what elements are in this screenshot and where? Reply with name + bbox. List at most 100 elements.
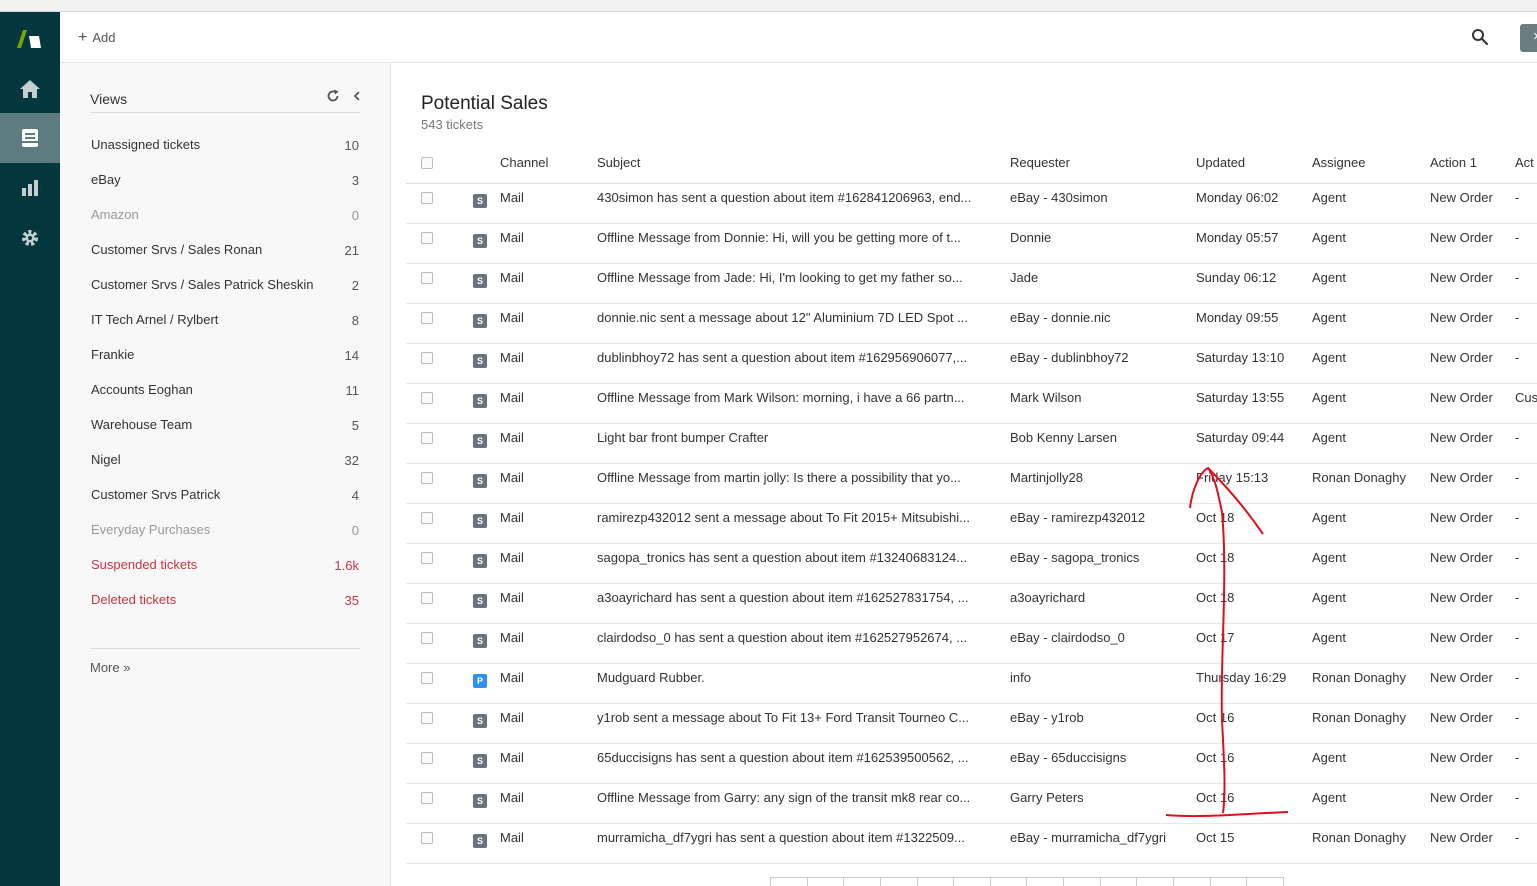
cell-subject[interactable]: sagopa_tronics has sent a question about… [597,550,1002,565]
view-item[interactable]: Customer Srvs / Sales Patrick Sheskin 2 [91,275,359,297]
cell-subject[interactable]: Offline Message from Jade: Hi, I'm looki… [597,270,1002,285]
ticket-row[interactable]: S Mail donnie.nic sent a message about 12"… [406,304,1537,344]
row-checkbox[interactable] [421,352,433,364]
view-item[interactable]: Unassigned tickets 10 [91,135,359,157]
view-item[interactable]: Amazon 0 [91,205,359,227]
row-checkbox[interactable] [421,392,433,404]
row-checkbox[interactable] [421,792,433,804]
page-button[interactable] [1064,878,1101,886]
cell-subject[interactable]: Offline Message from martin jolly: Is th… [597,470,1002,485]
select-all-checkbox[interactable] [421,157,433,169]
row-checkbox[interactable] [421,512,433,524]
cell-subject[interactable]: a3oayrichard has sent a question about i… [597,590,1002,605]
cell-subject[interactable]: Offline Message from Mark Wilson: mornin… [597,390,1002,405]
row-checkbox[interactable] [421,192,433,204]
cell-subject[interactable]: Offline Message from Donnie: Hi, will yo… [597,230,1002,245]
cell-subject[interactable]: y1rob sent a message about To Fit 13+ Fo… [597,710,1002,725]
view-item[interactable]: Customer Srvs Patrick 4 [91,485,359,507]
page-button[interactable] [1137,878,1175,886]
refresh-icon[interactable] [326,89,340,103]
row-checkbox[interactable] [421,232,433,244]
page-button[interactable] [991,878,1028,886]
ticket-row[interactable]: S Mail 65duccisigns has sent a question ab… [406,744,1537,784]
view-item[interactable]: Nigel 32 [91,450,359,472]
row-checkbox[interactable] [421,832,433,844]
page-button[interactable] [808,878,845,886]
page-button[interactable] [844,878,881,886]
nav-views[interactable] [0,113,60,163]
row-checkbox[interactable] [421,432,433,444]
cell-subject[interactable]: ramirezp432012 sent a message about To F… [597,510,1002,525]
column-header-subject[interactable]: Subject [597,155,1002,170]
row-checkbox[interactable] [421,472,433,484]
nav-reporting[interactable] [0,163,60,213]
search-icon[interactable] [1471,28,1489,46]
app-logo-icon[interactable] [17,28,43,50]
view-item[interactable]: Deleted tickets 35 [91,590,359,612]
view-item[interactable]: Warehouse Team 5 [91,415,359,437]
view-item[interactable]: IT Tech Arnel / Rylbert 8 [91,310,359,332]
cell-subject[interactable]: Offline Message from Garry: any sign of … [597,790,1002,805]
ticket-row[interactable]: S Mail a3oayrichard has sent a question ab… [406,584,1537,624]
cell-action-2: - [1515,270,1520,285]
view-item-count: 11 [345,383,360,398]
ticket-row[interactable]: S Mail sagopa_tronics has sent a question … [406,544,1537,584]
row-checkbox[interactable] [421,552,433,564]
cell-subject[interactable]: 430simon has sent a question about item … [597,190,1002,205]
view-item[interactable]: Everyday Purchases 0 [91,520,359,542]
ticket-row[interactable]: S Mail y1rob sent a message about To Fit 1… [406,704,1537,744]
row-checkbox[interactable] [421,672,433,684]
column-header-assignee[interactable]: Assignee [1312,155,1426,170]
page-button[interactable] [1247,878,1283,886]
collapse-panel-icon[interactable] [352,90,362,102]
cell-subject[interactable]: donnie.nic sent a message about 12" Alum… [597,310,1002,325]
ticket-row[interactable]: S Mail Offline Message from Garry: any sig… [406,784,1537,824]
ticket-row[interactable]: S Mail clairdodso_0 has sent a question ab… [406,624,1537,664]
ticket-row[interactable]: S Mail dublinbhoy72 has sent a question ab… [406,344,1537,384]
nav-home[interactable] [0,64,60,114]
row-checkbox[interactable] [421,312,433,324]
column-header-channel[interactable]: Channel [500,155,560,170]
close-tab-button[interactable]: ✕ [1520,24,1537,52]
view-item[interactable]: Customer Srvs / Sales Ronan 21 [91,240,359,262]
column-header-action-1[interactable]: Action 1 [1430,155,1510,170]
page-button[interactable] [1027,878,1065,886]
column-header-updated[interactable]: Updated [1196,155,1306,170]
cell-subject[interactable]: 65duccisigns has sent a question about i… [597,750,1002,765]
more-views-link[interactable]: More » [90,660,130,675]
view-item[interactable]: Frankie 14 [91,345,359,367]
ticket-row[interactable]: S Mail Light bar front bumper Crafter Bob K… [406,424,1537,464]
add-button[interactable]: + Add [78,29,115,45]
row-checkbox[interactable] [421,632,433,644]
page-button[interactable] [1101,878,1138,886]
page-button[interactable] [1211,878,1248,886]
view-item[interactable]: Accounts Eoghan 11 [91,380,359,402]
column-header-action-2[interactable]: Act [1515,155,1537,170]
column-header-requester[interactable]: Requester [1010,155,1190,170]
page-button[interactable] [771,878,808,886]
view-item[interactable]: Suspended tickets 1.6k [91,555,359,577]
cell-subject[interactable]: Mudguard Rubber. [597,670,1002,685]
ticket-row[interactable]: S Mail ramirezp432012 sent a message about… [406,504,1537,544]
ticket-row[interactable]: S Mail Offline Message from martin jolly: … [406,464,1537,504]
cell-subject[interactable]: Light bar front bumper Crafter [597,430,1002,445]
page-button[interactable] [918,878,955,886]
page-button[interactable] [1174,878,1211,886]
ticket-row[interactable]: S Mail 430simon has sent a question about … [406,184,1537,224]
cell-subject[interactable]: clairdodso_0 has sent a question about i… [597,630,1002,645]
ticket-row[interactable]: S Mail Offline Message from Jade: Hi, I'm … [406,264,1537,304]
page-button[interactable] [881,878,918,886]
page-button[interactable] [954,878,991,886]
ticket-row[interactable]: P Mail Mudguard Rubber. info Thursday 16:29 R… [406,664,1537,704]
cell-subject[interactable]: dublinbhoy72 has sent a question about i… [597,350,1002,365]
nav-admin[interactable] [0,213,60,263]
ticket-row[interactable]: S Mail Offline Message from Mark Wilson: m… [406,384,1537,424]
ticket-row[interactable]: S Mail murramicha_df7ygri has sent a quest… [406,824,1537,864]
ticket-row[interactable]: S Mail Offline Message from Donnie: Hi, wi… [406,224,1537,264]
row-checkbox[interactable] [421,712,433,724]
view-item[interactable]: eBay 3 [91,170,359,192]
cell-subject[interactable]: murramicha_df7ygri has sent a question a… [597,830,1002,845]
row-checkbox[interactable] [421,272,433,284]
row-checkbox[interactable] [421,752,433,764]
row-checkbox[interactable] [421,592,433,604]
